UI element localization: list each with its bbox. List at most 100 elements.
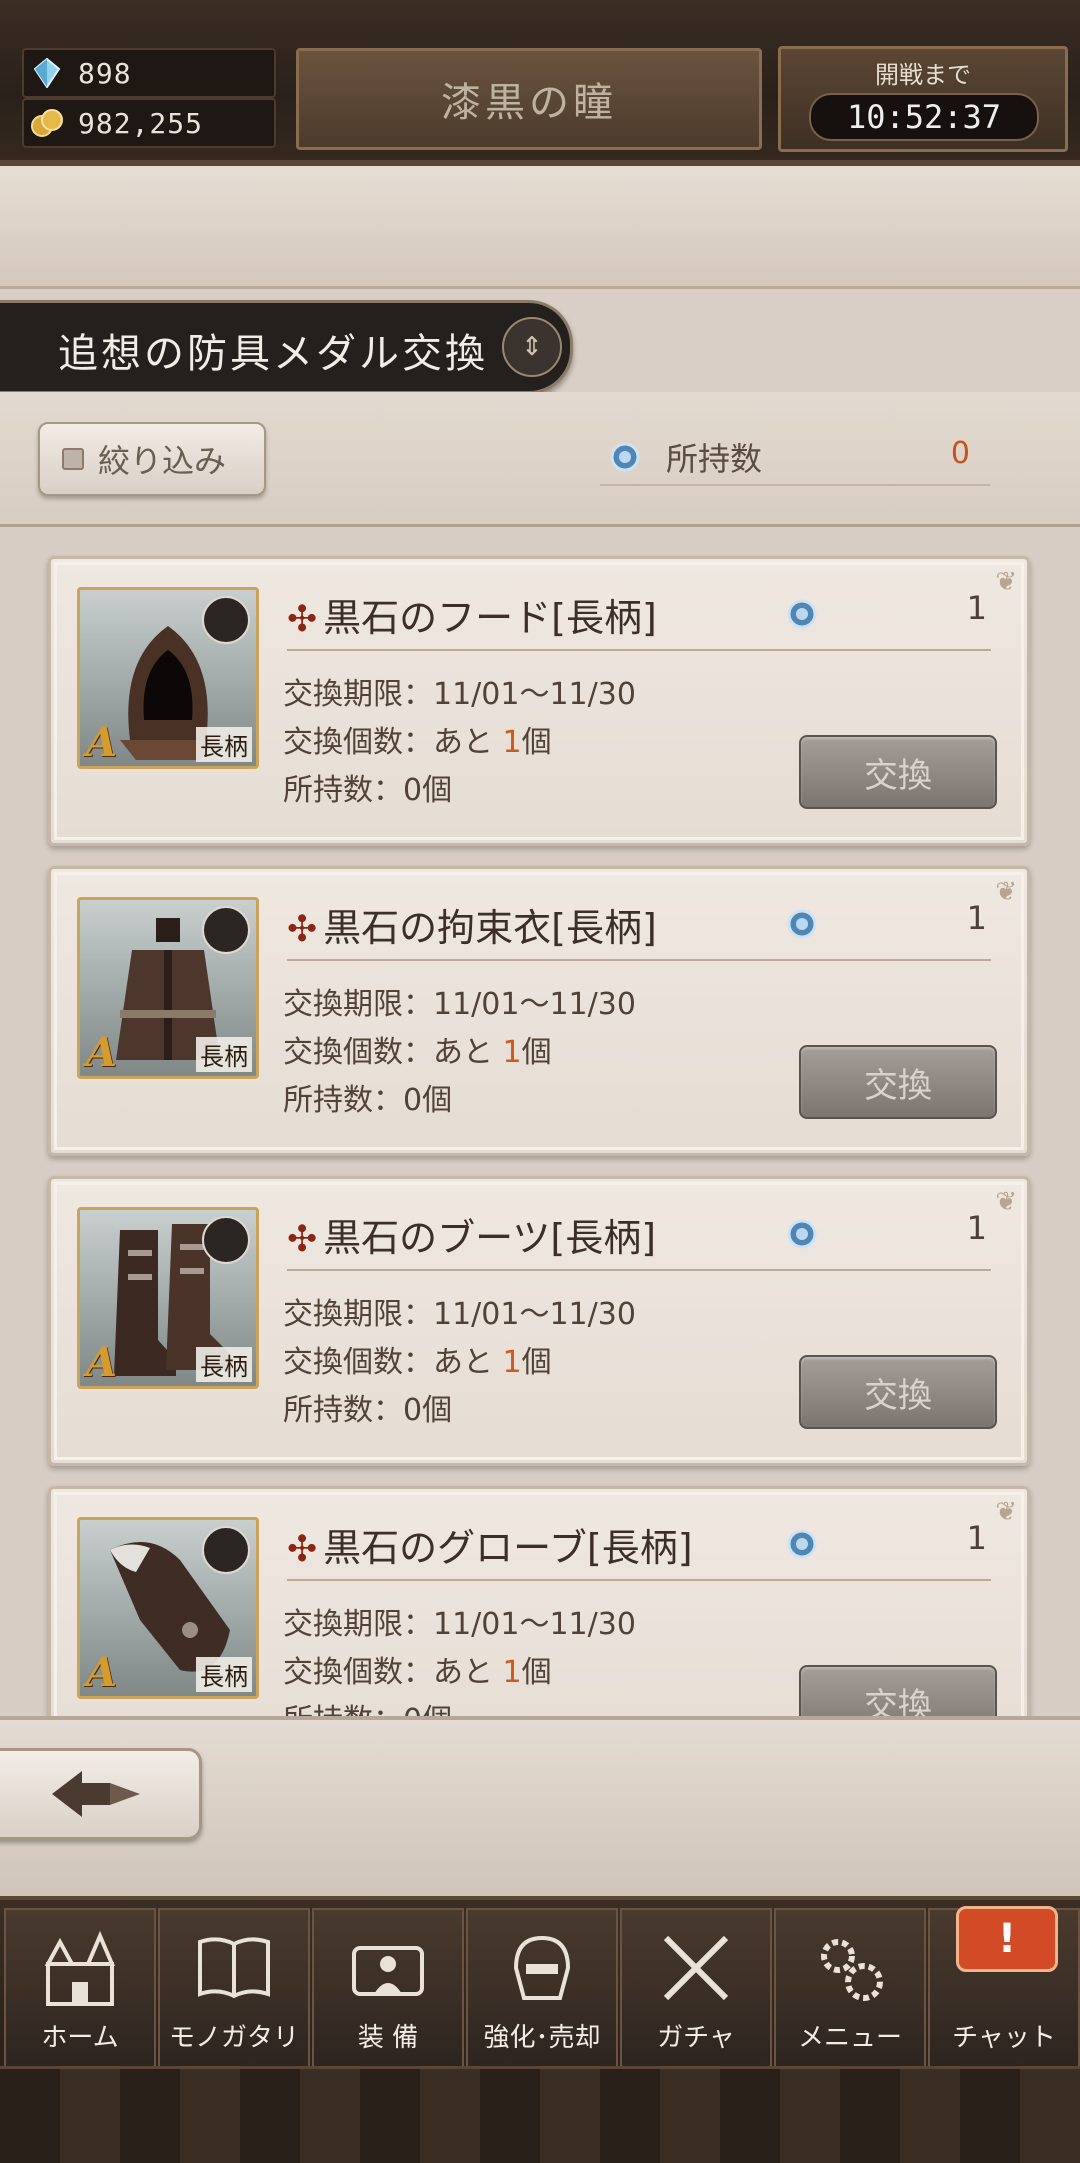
shop-selector[interactable]: 追想の防具メダル交換 ⇕: [0, 300, 573, 394]
switch-shop-icon[interactable]: ⇕: [502, 317, 562, 377]
rank-badge: A: [86, 1649, 118, 1696]
item-name: ✣ 黒石のブーツ[長柄]: [287, 1216, 657, 1260]
nav-label: ガチャ: [657, 2023, 735, 2053]
shop-title: 追想の防具メダル交換: [58, 331, 488, 377]
item-cost: 1: [966, 1209, 987, 1247]
exchange-button[interactable]: 交換: [799, 1665, 997, 1716]
owned-count: 所持数：0個: [283, 1083, 453, 1118]
nav-equipment[interactable]: 装 備: [312, 1908, 464, 2068]
nav-menu[interactable]: メニュー: [774, 1908, 926, 2068]
item-thumbnail[interactable]: A 長柄: [77, 587, 259, 769]
exchange-remaining: 交換個数：あと 1個: [283, 1345, 552, 1380]
filter-label: 絞り込み: [98, 442, 227, 480]
medal-icon: [610, 442, 640, 472]
nav-home[interactable]: ホーム: [4, 1908, 156, 2068]
feet-slot-icon: [202, 1216, 250, 1264]
weapon-tag: 長柄: [196, 727, 252, 762]
bottom-strip: [0, 1716, 1080, 1900]
nav-label: ホーム: [41, 2023, 119, 2053]
exchange-button[interactable]: 交換: [799, 1045, 997, 1119]
item-cost: 1: [966, 1519, 987, 1557]
item-name: ✣ 黒石のグローブ[長柄]: [287, 1526, 693, 1570]
nav-label: 装 備: [357, 2023, 419, 2053]
owned-count: 所持数：0個: [283, 1393, 453, 1428]
list-item: ❦ A 長柄 ✣ 黒石のブーツ[長柄] 1 交換期限：11/01～11/30 交換…: [48, 1176, 1030, 1466]
item-thumbnail[interactable]: A 長柄: [77, 897, 259, 1079]
divider: [287, 1579, 991, 1581]
filter-bar: 絞り込み 所持数 0: [0, 392, 1080, 527]
nav-enhance-sell[interactable]: 強化･売却: [466, 1908, 618, 2068]
head-slot-icon: [202, 596, 250, 644]
filter-button[interactable]: 絞り込み: [38, 422, 266, 496]
exchange-deadline: 交換期限：11/01～11/30: [283, 1297, 636, 1332]
item-name: ✣ 黒石のフード[長柄]: [287, 596, 657, 640]
back-button[interactable]: [0, 1748, 202, 1840]
gem-count: 898: [78, 56, 132, 90]
item-list[interactable]: ❦ A 長柄 ✣ 黒石のフード[長柄] 1 交換期限：11/01～11/30 交換…: [0, 528, 1080, 1716]
rank-badge: A: [86, 719, 118, 766]
divider: [287, 649, 991, 651]
corner-ornament-icon: ❦: [995, 877, 1017, 907]
medal-icon: [787, 1219, 817, 1249]
owned-value: 0: [950, 436, 970, 471]
crystal-icon: [30, 56, 64, 90]
item-thumbnail[interactable]: A 長柄: [77, 1207, 259, 1389]
castle-icon: [44, 1930, 116, 2006]
item-thumbnail[interactable]: A 長柄: [77, 1517, 259, 1699]
owned-medals: 所持数 0: [600, 434, 990, 486]
exchange-button[interactable]: 交換: [799, 735, 997, 809]
exchange-remaining: 交換個数：あと 1個: [283, 725, 552, 760]
book-icon: [198, 1937, 270, 1999]
exchange-deadline: 交換期限：11/01～11/30: [283, 677, 636, 712]
list-item: ❦ A 長柄 ✣ 黒石の拘束衣[長柄] 1 交換期限：11/01～11/30 交換…: [48, 866, 1030, 1156]
bottom-nav: ホーム モノガタリ 装 備 強化･売却 ガチャ メニュー ! チャット: [0, 1896, 1080, 2070]
rank-badge: A: [86, 1029, 118, 1076]
equipment-icon: [352, 1946, 424, 1996]
nav-gacha[interactable]: ガチャ: [620, 1908, 772, 2068]
corner-ornament-icon: ❦: [995, 1187, 1017, 1217]
exchange-remaining: 交換個数：あと 1個: [283, 1655, 552, 1690]
nav-chat[interactable]: ! チャット: [928, 1906, 1080, 2068]
gold-count: 982,255: [78, 106, 204, 140]
exchange-deadline: 交換期限：11/01～11/30: [283, 987, 636, 1022]
battle-timer-label: 開戦まで: [875, 61, 971, 89]
exchange-button[interactable]: 交換: [799, 1355, 997, 1429]
nav-label: モノガタリ: [168, 2023, 299, 2053]
divider: [287, 1269, 991, 1271]
owned-count: 所持数：0個: [283, 773, 453, 808]
list-item: ❦ A 長柄 ✣ 黒石のフード[長柄] 1 交換期限：11/01～11/30 交換…: [48, 556, 1030, 846]
weapon-tag: 長柄: [196, 1347, 252, 1382]
top-bar: 898 982,255 漆黒の瞳 開戦まで 10:52:37: [0, 0, 1080, 166]
item-name: ✣ 黒石の拘束衣[長柄]: [287, 906, 657, 950]
battle-timer-value: 10:52:37: [809, 93, 1039, 141]
body-slot-icon: [202, 906, 250, 954]
list-item: ❦ A 長柄 ✣ 黒石のグローブ[長柄] 1 交換期限：11/01～11/30 交…: [48, 1486, 1030, 1716]
page-title: 漆黒の瞳: [296, 48, 762, 150]
nav-label: チャット: [952, 2023, 1056, 2053]
weapon-tag: 長柄: [196, 1657, 252, 1692]
crossed-swords-icon: [663, 1935, 729, 2001]
owned-count: 所持数：0個: [283, 1695, 452, 1716]
gold-coins-icon: [30, 106, 64, 140]
medal-icon: [787, 909, 817, 939]
item-mark-icon: ✣: [287, 909, 318, 950]
nav-label: 強化･売却: [483, 2023, 601, 2053]
gear-icon: [821, 1939, 883, 2001]
item-mark-icon: ✣: [287, 599, 318, 640]
gem-counter: 898: [22, 48, 276, 98]
nav-label: メニュー: [797, 2023, 902, 2053]
medal-icon: [787, 599, 817, 629]
item-mark-icon: ✣: [287, 1219, 318, 1260]
owned-label: 所持数: [666, 440, 763, 478]
corner-ornament-icon: ❦: [995, 1497, 1017, 1527]
nav-story[interactable]: モノガタリ: [158, 1908, 310, 2068]
filter-checkbox-icon: [62, 448, 84, 470]
weapon-tag: 長柄: [196, 1037, 252, 1072]
corner-ornament-icon: ❦: [995, 567, 1017, 597]
exchange-deadline: 交換期限：11/01～11/30: [283, 1607, 636, 1642]
gold-counter: 982,255: [22, 98, 276, 148]
item-cost: 1: [966, 589, 987, 627]
hand-slot-icon: [202, 1526, 250, 1574]
battle-timer-panel: 開戦まで 10:52:37: [778, 46, 1068, 152]
item-cost: 1: [966, 899, 987, 937]
